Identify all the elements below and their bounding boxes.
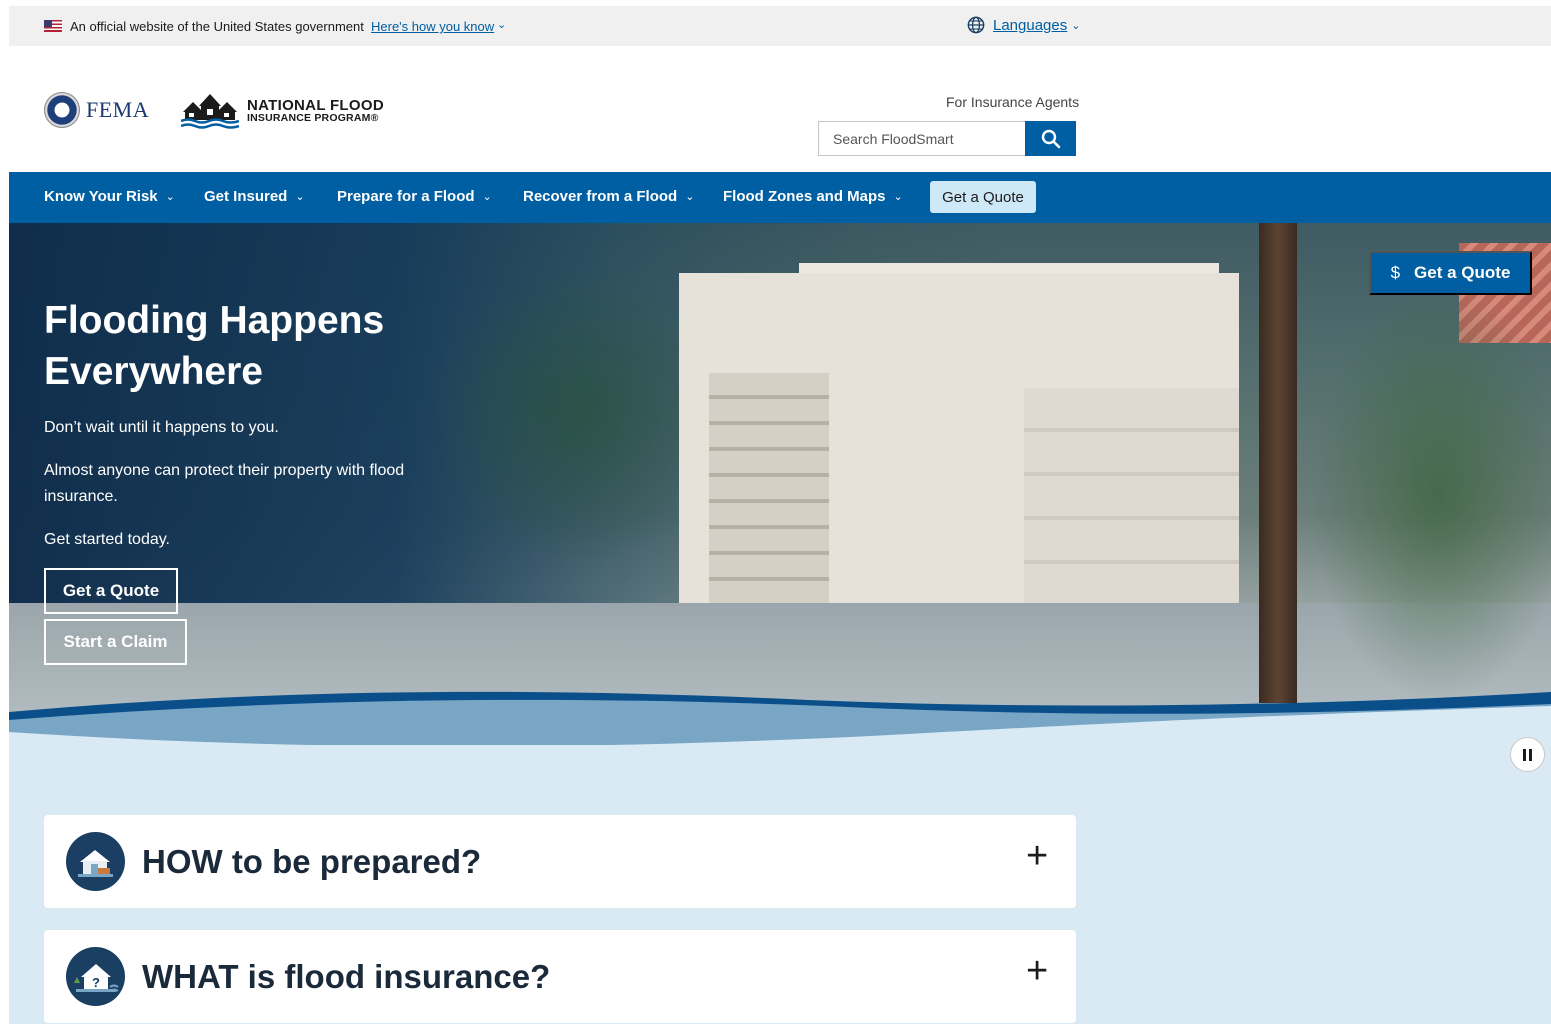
- globe-icon: [967, 16, 985, 34]
- dhs-seal-icon: [44, 92, 80, 128]
- pause-icon: [1523, 748, 1526, 761]
- pause-button[interactable]: [1510, 737, 1545, 772]
- nav-get-a-quote-button[interactable]: Get a Quote: [930, 181, 1036, 213]
- nav-know-your-risk[interactable]: Know Your Risk ⌄: [44, 188, 175, 205]
- search-input[interactable]: [818, 121, 1025, 156]
- us-flag-icon: [44, 20, 62, 32]
- gov-official-text: An official website of the United States…: [70, 19, 364, 34]
- heres-how-you-know-link[interactable]: Here's how you know: [371, 19, 494, 34]
- nav-get-insured[interactable]: Get Insured ⌄: [204, 188, 305, 205]
- search-form: [818, 121, 1076, 156]
- chevron-down-icon: ⌄: [685, 191, 695, 203]
- fema-logo[interactable]: FEMA: [44, 92, 149, 128]
- nav-item-label: Get Insured: [204, 188, 288, 205]
- nfip-line2: INSURANCE PROGRAM®: [247, 112, 379, 125]
- nav-item-label: Flood Zones and Maps: [723, 188, 886, 205]
- svg-text:?: ?: [92, 975, 100, 990]
- nav-item-label: Know Your Risk: [44, 188, 158, 205]
- house-question-icon: ?: [66, 947, 125, 1006]
- chevron-down-icon: ⌄: [295, 191, 305, 203]
- hero-background-palm-trunk: [1259, 223, 1297, 703]
- chevron-down-icon: ⌄: [482, 191, 492, 203]
- floating-get-a-quote-button[interactable]: $ Get a Quote: [1369, 251, 1532, 295]
- hero-text-1: Don’t wait until it happens to you.: [44, 419, 279, 436]
- hero-title: Flooding Happens Everywhere: [44, 299, 385, 393]
- chevron-down-icon: ⌄: [1071, 19, 1081, 32]
- nav-prepare-for-a-flood[interactable]: Prepare for a Flood ⌄: [337, 188, 492, 205]
- floating-get-a-quote-label: Get a Quote: [1414, 263, 1511, 282]
- nav-item-label: Recover from a Flood: [523, 188, 678, 205]
- main-nav: Know Your Risk ⌄ Get Insured ⌄ Prepare f…: [9, 172, 1551, 223]
- house-question-icon: ?: [74, 964, 119, 992]
- hero-get-a-quote-button[interactable]: Get a Quote: [44, 568, 178, 614]
- hero-background-garage: [1024, 388, 1239, 613]
- accordion-title: HOW to be prepared?: [142, 843, 482, 880]
- chevron-down-icon[interactable]: ⌄: [497, 18, 506, 31]
- gov-banner: An official website of the United States…: [9, 6, 1551, 46]
- plus-icon[interactable]: +: [1026, 837, 1048, 875]
- nfip-houses-icon: [181, 94, 239, 129]
- nav-flood-zones-and-maps[interactable]: Flood Zones and Maps ⌄: [723, 188, 903, 205]
- house-prepared-icon: [78, 850, 113, 877]
- nfip-logo[interactable]: NATIONAL FLOOD INSURANCE PROGRAM®: [181, 92, 384, 130]
- for-insurance-agents-link[interactable]: For Insurance Agents: [946, 94, 1079, 110]
- hero-section: Flooding Happens Everywhere Don’t wait u…: [9, 223, 1551, 753]
- nfip-logo-text: NATIONAL FLOOD INSURANCE PROGRAM®: [247, 98, 384, 124]
- accordion-title: WHAT is flood insurance?: [142, 958, 551, 995]
- dollar-icon: $: [1390, 263, 1401, 282]
- search-icon: [1041, 129, 1060, 148]
- house-prepared-icon: [66, 832, 125, 891]
- nfip-line1: NATIONAL FLOOD: [247, 97, 384, 115]
- accordion-what-is-flood-insurance[interactable]: ? WHAT is flood insurance? +: [44, 930, 1076, 1023]
- fema-logo-text: FEMA: [86, 97, 150, 122]
- hero-text-3: Get started today.: [44, 531, 170, 548]
- pause-icon: [1529, 748, 1532, 761]
- chevron-down-icon: ⌄: [165, 191, 175, 203]
- hero-background-palm: [1309, 283, 1551, 703]
- search-button[interactable]: [1025, 121, 1076, 156]
- hero-background-stairs: [709, 373, 829, 613]
- nav-item-label: Prepare for a Flood: [337, 188, 475, 205]
- hero-text-2: Almost anyone can protect their property…: [44, 462, 405, 505]
- nav-recover-from-a-flood[interactable]: Recover from a Flood ⌄: [523, 188, 694, 205]
- chevron-down-icon: ⌄: [893, 191, 903, 203]
- languages-label: Languages: [993, 16, 1068, 34]
- hero-start-a-claim-button[interactable]: Start a Claim: [44, 619, 187, 665]
- languages-link[interactable]: Languages ⌄: [967, 16, 1080, 34]
- plus-icon[interactable]: +: [1026, 952, 1048, 990]
- accordion-how-to-be-prepared[interactable]: HOW to be prepared? +: [44, 815, 1076, 908]
